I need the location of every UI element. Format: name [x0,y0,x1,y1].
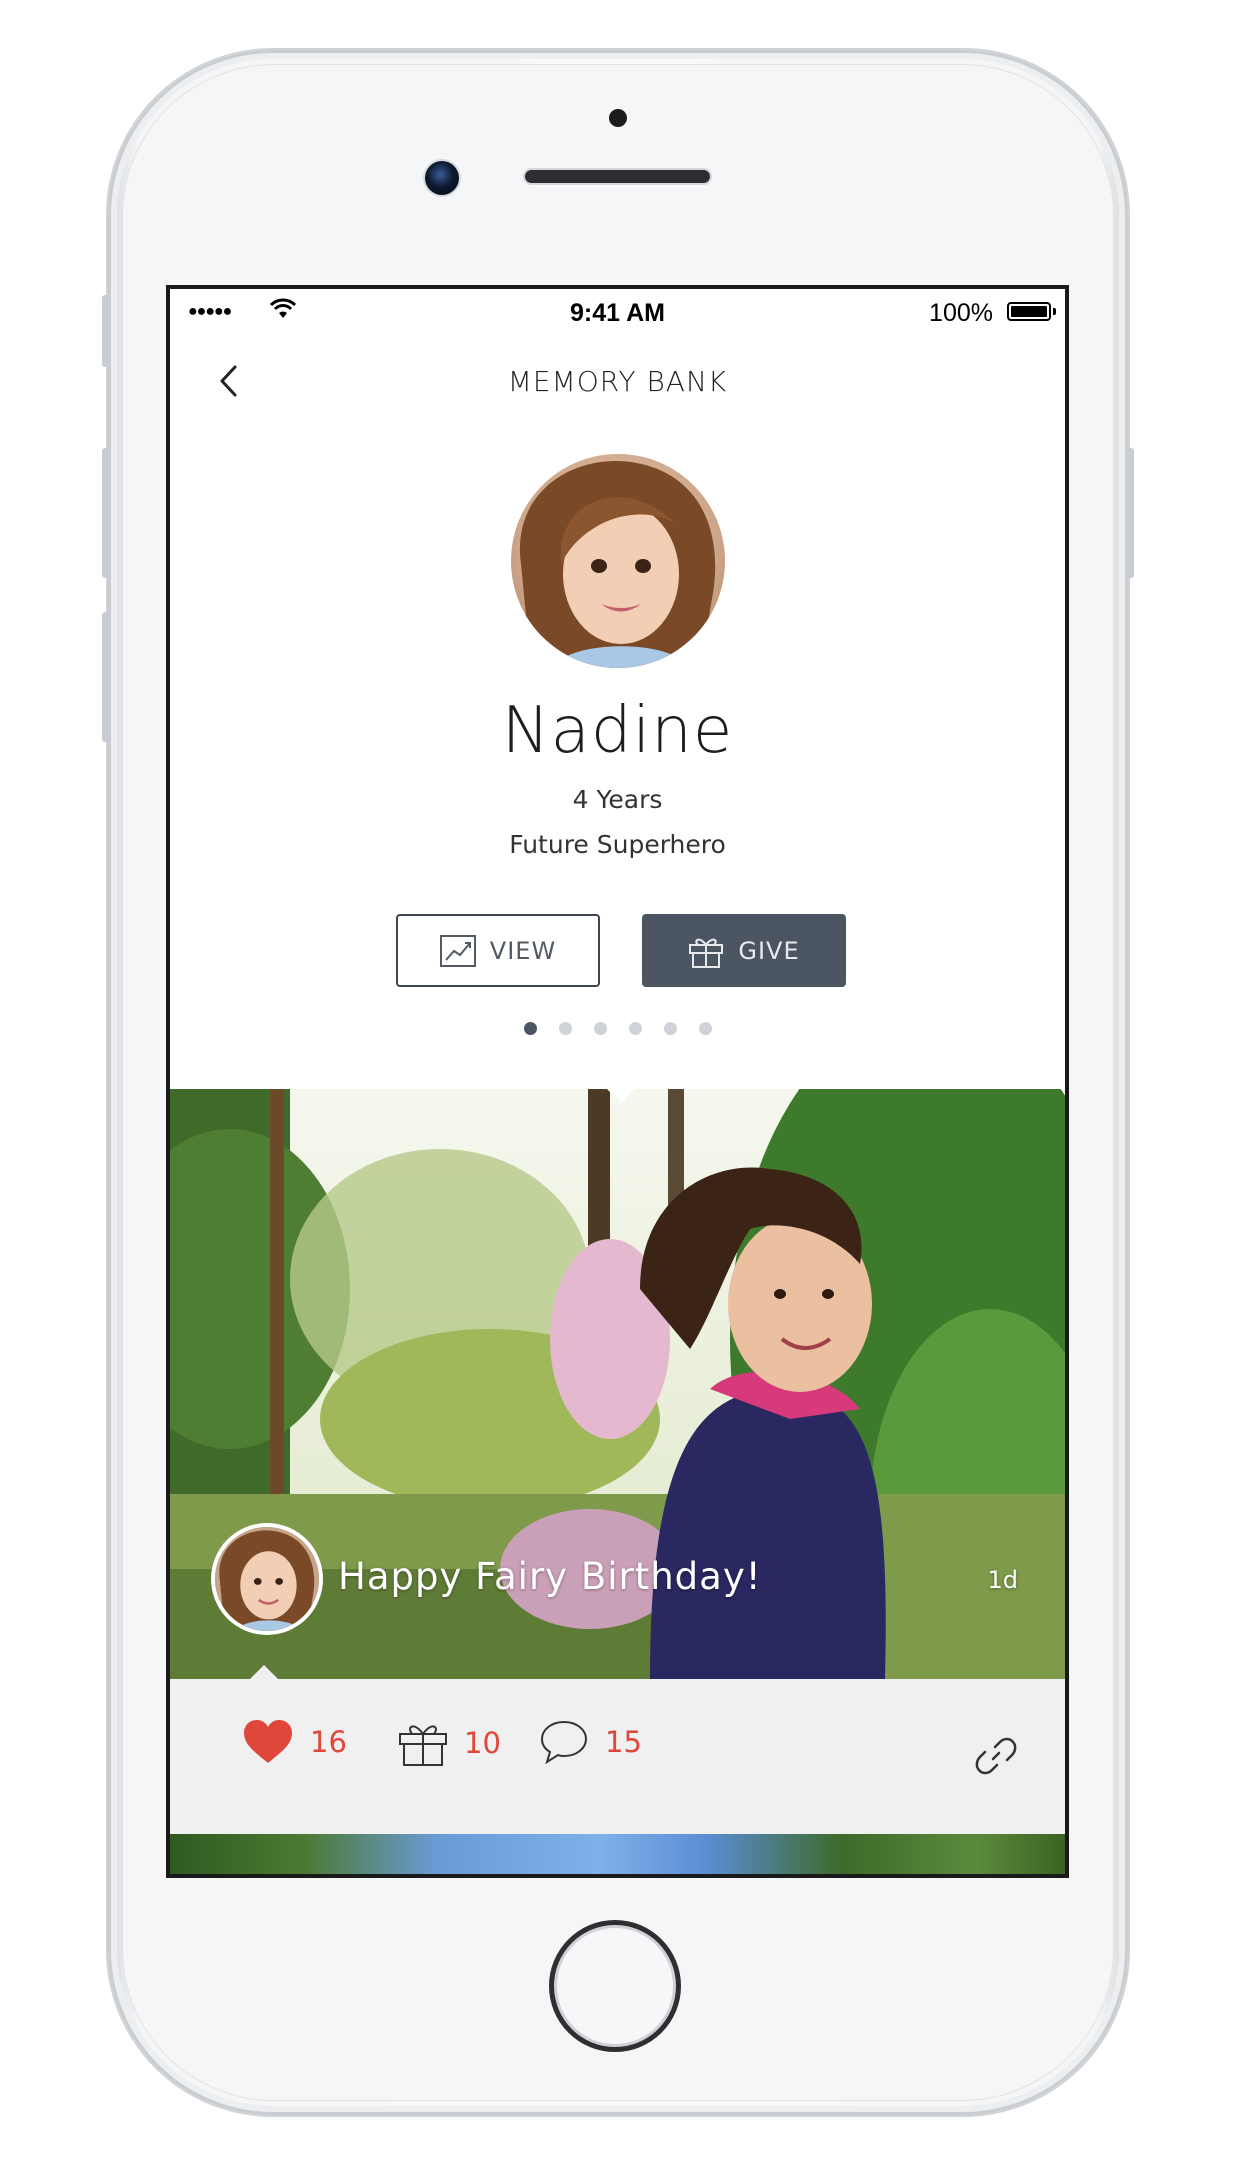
home-button[interactable] [549,1920,681,2052]
caption-pointer [250,1665,278,1679]
gift-icon [399,1725,447,1766]
comment-bubble-icon [540,1720,588,1765]
gift-icon [689,938,724,968]
give-button-label: GIVE [738,936,800,965]
page-indicator[interactable] [170,1022,1065,1035]
comment-count: 15 [605,1725,642,1759]
gift-count: 10 [464,1726,501,1760]
power-button [1126,448,1134,578]
profile-tagline: Future Superhero [509,830,726,859]
post-action-bar: 16 10 15 [170,1679,1065,1834]
profile-avatar [511,454,725,668]
page-dot[interactable] [628,1022,642,1035]
battery-percentage: 100% [929,299,993,327]
like-count: 16 [310,1725,347,1759]
battery-tip [1053,308,1056,315]
page-dot[interactable] [663,1022,677,1035]
profile-name: Nadine [501,694,734,768]
link-icon[interactable] [973,1733,1019,1779]
earpiece-speaker [525,170,710,183]
like-action[interactable]: 16 [242,1719,347,1765]
chart-icon [439,934,476,967]
volume-down-button [102,612,110,742]
next-memory-photo[interactable] [170,1834,1065,1874]
view-button-label: VIEW [489,936,557,965]
page-dot[interactable] [698,1022,712,1035]
nav-bar: MEMORY BANK [170,349,1065,409]
photo-pointer [607,1089,635,1103]
author-avatar[interactable] [215,1527,319,1631]
volume-up-button [102,448,110,578]
gift-action[interactable]: 10 [398,1719,501,1767]
profile-age: 4 Years [572,785,663,814]
page-dot[interactable] [593,1022,607,1035]
post-timestamp: 1d [987,1566,1018,1594]
page-dot[interactable] [523,1022,537,1035]
battery-icon [1007,302,1051,321]
comment-action[interactable]: 15 [539,1719,642,1765]
mute-switch [102,295,110,367]
status-bar: ●●●●● 9:41 AM 100% [170,289,1065,333]
page-title: MEMORY BANK [507,365,728,398]
view-button[interactable]: VIEW [396,914,600,987]
post-caption: Happy Fairy Birthday! [338,1555,762,1598]
proximity-sensor [609,109,627,127]
heart-icon [244,1720,292,1763]
give-button[interactable]: GIVE [642,914,846,987]
screen: ●●●●● 9:41 AM 100% MEMORY BANK Nadine 4 … [166,285,1069,1878]
front-camera [425,161,459,195]
page-dot[interactable] [558,1022,572,1035]
